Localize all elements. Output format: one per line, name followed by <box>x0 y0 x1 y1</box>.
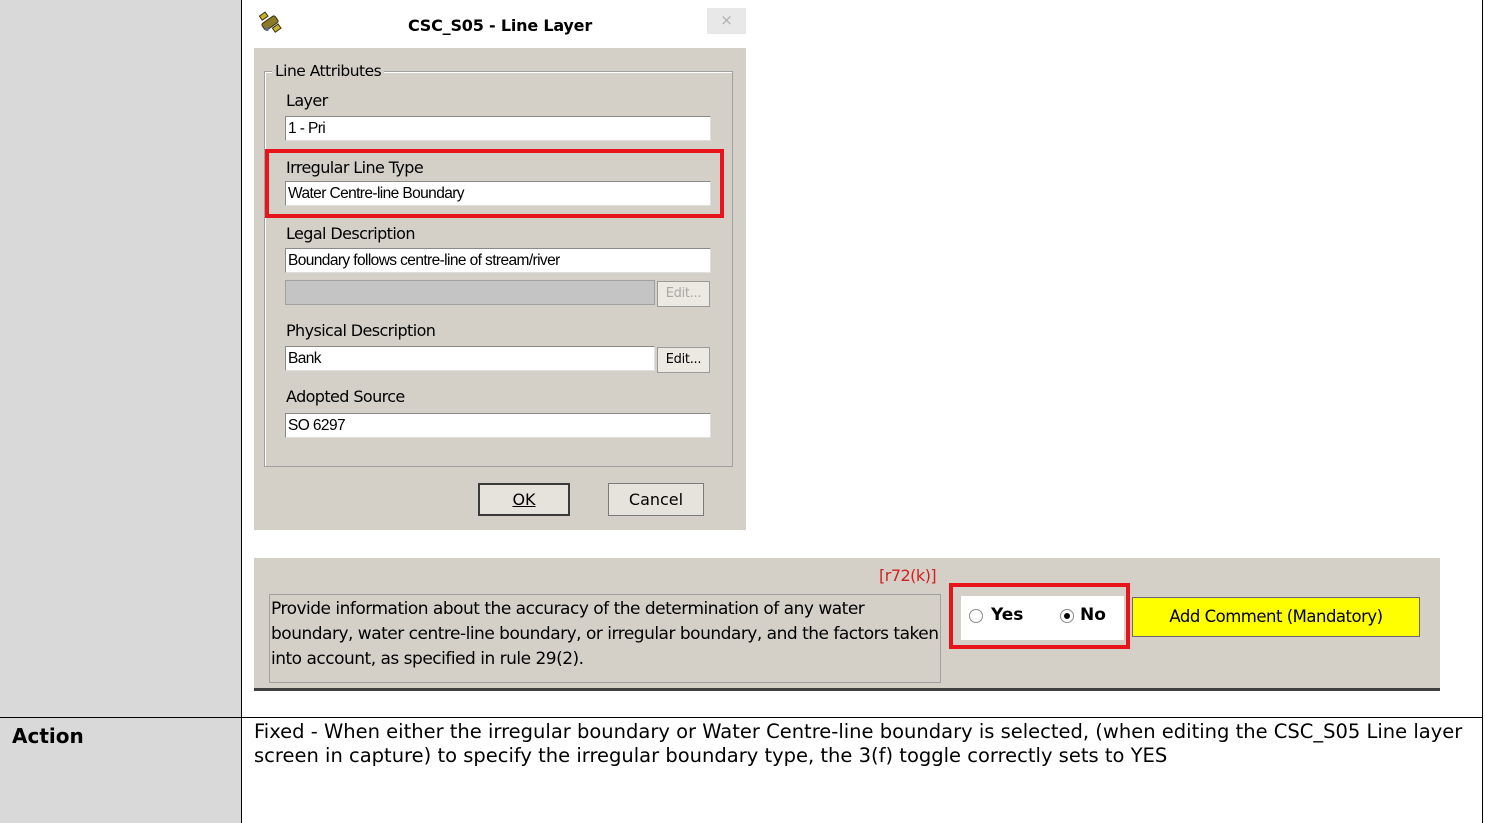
physical-edit-button[interactable]: Edit... <box>657 347 710 373</box>
legal-description-extra-field <box>285 280 655 305</box>
strip-border <box>254 688 1440 691</box>
close-icon: × <box>720 11 733 29</box>
question-text: Provide information about the accuracy o… <box>271 599 939 669</box>
physical-description-label: Physical Description <box>286 321 436 340</box>
label-cell-empty <box>0 0 241 717</box>
group-label: Line Attributes <box>272 62 385 80</box>
legal-edit-button: Edit... <box>657 281 710 307</box>
ok-label: OK <box>512 490 536 509</box>
close-button[interactable]: × <box>707 8 746 34</box>
legal-description-field[interactable]: Boundary follows centre-line of stream/r… <box>285 248 711 273</box>
physical-description-field[interactable]: Bank <box>285 346 655 371</box>
action-label: Action <box>12 724 84 748</box>
highlight-box-toggle <box>949 583 1130 649</box>
dialog-titlebar: CSC_S05 - Line Layer × <box>254 8 746 48</box>
cancel-button[interactable]: Cancel <box>608 483 704 516</box>
adopted-source-field[interactable]: SO 6297 <box>285 413 711 438</box>
legal-description-label: Legal Description <box>286 224 416 243</box>
rule-reference: [r72(k)] <box>879 566 937 585</box>
add-comment-button[interactable]: Add Comment (Mandatory) <box>1132 597 1420 637</box>
adopted-source-label: Adopted Source <box>286 387 405 406</box>
action-description: Fixed - When either the irregular bounda… <box>254 720 1463 767</box>
layer-label: Layer <box>286 91 328 110</box>
highlight-box-line-type <box>265 149 724 218</box>
ok-button[interactable]: OK <box>478 483 570 516</box>
dialog-title: CSC_S05 - Line Layer <box>407 16 593 35</box>
column-divider <box>241 0 242 823</box>
layer-field[interactable]: 1 - Pri <box>285 116 711 141</box>
